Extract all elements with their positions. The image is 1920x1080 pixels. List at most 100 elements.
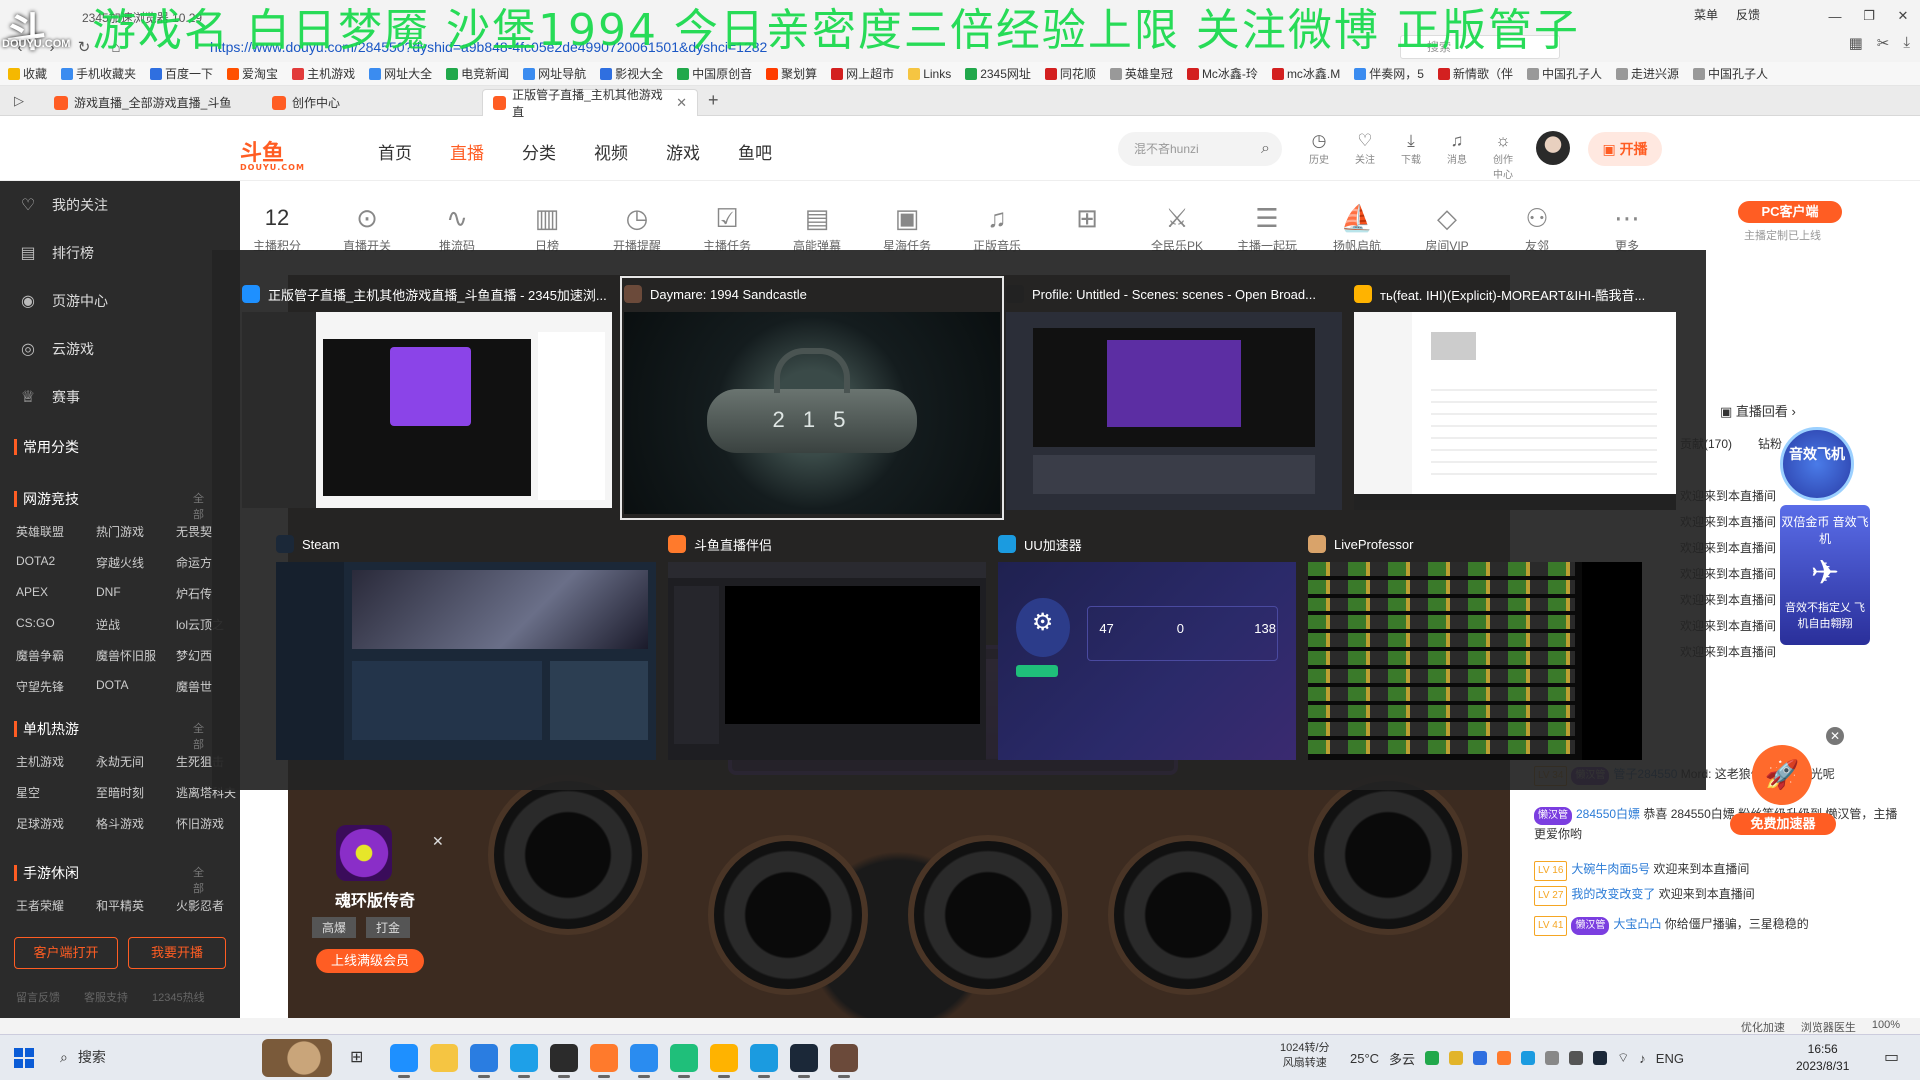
input-method[interactable]: ENG <box>1656 1051 1684 1066</box>
replay-link[interactable]: ▣ 直播回看 › <box>1720 401 1796 420</box>
bookmark-item[interactable]: 网上超市 <box>831 65 894 82</box>
optimize-accelerate[interactable]: 优化加速 <box>1741 1019 1785 1035</box>
bookmark-item[interactable]: Links <box>908 67 951 81</box>
search-icon[interactable]: ⌕ <box>1261 132 1270 166</box>
sidebar-category-single[interactable]: 至暗时刻 <box>96 784 176 801</box>
tab-game-live[interactable]: 游戏直播_全部游戏直播_斗鱼 <box>44 89 244 116</box>
switcher-window-companion[interactable]: 斗鱼直播伴侣 <box>668 530 986 762</box>
extensions-icon[interactable]: ▦ <box>1849 34 1863 52</box>
home-icon[interactable]: ⌂ <box>106 39 126 56</box>
go-live-button[interactable]: 我要开播 <box>128 937 226 969</box>
tab-list-icon[interactable]: ▷ <box>14 93 24 109</box>
tool-gift[interactable]: ⊞ <box>1050 203 1124 237</box>
taskbar-clock[interactable]: 16:56 2023/8/31 <box>1796 1041 1849 1075</box>
zoom-level[interactable]: 100% <box>1872 1019 1900 1035</box>
start-button[interactable] <box>14 1048 34 1068</box>
sidebar-category-online[interactable]: 守望先锋 <box>16 678 96 695</box>
sidebar-category-online[interactable]: 英雄联盟 <box>16 523 96 540</box>
sidebar-item-events[interactable]: ♕ 赛事 <box>0 373 240 421</box>
sidebar-item-ranking[interactable]: ▤ 排行榜 <box>0 229 240 277</box>
nav-game[interactable]: 游戏 <box>666 139 700 164</box>
sidebar-item-cloudgame[interactable]: ◎ 云游戏 <box>0 325 240 373</box>
feishu-icon[interactable] <box>630 1044 658 1078</box>
diamond-fans[interactable]: 钻粉 <box>1758 435 1782 452</box>
bookmark-item[interactable]: 中国原创音 <box>677 65 752 82</box>
creator-center-button[interactable]: ☼ 创作中心 <box>1489 131 1517 181</box>
volume-icon[interactable]: ♪ <box>1639 1051 1646 1066</box>
tool-music[interactable]: ♫ 正版音乐 <box>960 203 1034 254</box>
bookmark-item[interactable]: Mc冰鑫-玲 <box>1186 65 1258 82</box>
tab-close-icon[interactable]: ✕ <box>676 95 687 111</box>
bookmark-item[interactable]: 伴奏网，5 <box>1354 65 1424 82</box>
sidebar-category-mobile[interactable]: 火影忍者 <box>176 897 236 914</box>
taskbar-search[interactable]: ⌕ 搜索 <box>60 1047 106 1067</box>
sidebar-category-single[interactable]: 星空 <box>16 784 96 801</box>
close-icon[interactable]: ✕ <box>1886 8 1920 24</box>
download-icon[interactable]: ⤓ <box>1903 34 1910 52</box>
nav-fishbar[interactable]: 鱼吧 <box>738 139 772 164</box>
sidebar-category-single[interactable]: 格斗游戏 <box>96 815 176 832</box>
tool-wave[interactable]: ∿ 推流码 <box>420 203 494 254</box>
switcher-window-steam[interactable]: Steam <box>276 530 656 762</box>
switcher-window-uu[interactable]: UU加速器 ⚙ 47 0 138 <box>998 530 1296 762</box>
tray-app-icon[interactable] <box>1497 1051 1512 1065</box>
bookmark-item[interactable]: mc冰鑫.M <box>1271 65 1340 82</box>
new-tab-icon[interactable]: + <box>708 90 719 111</box>
chat-username[interactable]: 大宝凸凸 <box>1613 917 1661 931</box>
tools-icon[interactable]: ✂ <box>1877 34 1890 52</box>
message-button[interactable]: ♫ 消息 <box>1443 131 1471 181</box>
sidebar-category-single[interactable]: 主机游戏 <box>16 753 96 770</box>
start-broadcast-button[interactable]: ▣ 开播 <box>1588 132 1662 166</box>
sidebar-category-online[interactable]: DOTA2 <box>16 554 96 571</box>
tool-toggle[interactable]: ⊙ 直播开关 <box>330 203 404 254</box>
bookmark-item[interactable]: 聚划算 <box>766 65 817 82</box>
bookmark-item[interactable]: 中国孔子人 <box>1693 65 1768 82</box>
liveprofessor-icon[interactable] <box>670 1044 698 1078</box>
nav-video[interactable]: 视频 <box>594 139 628 164</box>
switcher-window-obs[interactable]: Profile: Untitled - Scenes: scenes - Ope… <box>1006 280 1342 512</box>
feedback-link[interactable]: 反馈 <box>1736 6 1760 23</box>
bookmark-item[interactable]: 爱淘宝 <box>227 65 278 82</box>
sidebar-category-single[interactable]: 足球游戏 <box>16 815 96 832</box>
rocket-icon[interactable]: 🚀 <box>1752 745 1812 805</box>
wifi-icon[interactable]: ⌔ <box>1617 1050 1629 1066</box>
tool-ad[interactable]: ▣ 星海任务 <box>870 203 944 254</box>
sidebar-category-online[interactable]: 魔兽怀旧服 <box>96 647 176 664</box>
nav-live[interactable]: 直播 <box>450 139 484 164</box>
close-icon[interactable]: ✕ <box>432 833 444 850</box>
sidebar-category-single[interactable]: 永劫无间 <box>96 753 176 770</box>
bookmark-item[interactable]: 走进兴源 <box>1615 65 1679 82</box>
steam-tray-icon[interactable] <box>1593 1051 1608 1065</box>
sidebar-category-mobile[interactable]: 王者荣耀 <box>16 897 96 914</box>
bookmark-item[interactable]: 新情歌（伴 <box>1437 65 1513 82</box>
bookmark-item[interactable]: 百度一下 <box>150 65 213 82</box>
chat-username[interactable]: 284550白嫖 <box>1576 807 1640 821</box>
tool-vip[interactable]: ◇ 房间VIP <box>1410 203 1484 254</box>
switcher-window-kuwo[interactable]: ть(feat. IHI)(Explicit)-MOREART&IHI-酷我音.… <box>1354 280 1676 512</box>
sidebar-category-online[interactable]: APEX <box>16 585 96 602</box>
maximize-icon[interactable]: ❐ <box>1852 8 1886 24</box>
tool-more[interactable]: ⋯ 更多 <box>1590 203 1664 254</box>
tool-points[interactable]: 12 主播积分 <box>240 203 314 254</box>
sidebar-category-online[interactable]: CS:GO <box>16 616 96 633</box>
bookmark-item[interactable]: 电竞新闻 <box>446 65 509 82</box>
nav-home[interactable]: 首页 <box>378 139 412 164</box>
task-view-icon[interactable]: ⊞ <box>350 1047 363 1067</box>
tool-pk[interactable]: ⚔ 全民乐PK <box>1140 203 1214 254</box>
tray-app-icon[interactable] <box>1521 1051 1536 1065</box>
sidebar-category-online[interactable]: DOTA <box>96 678 176 695</box>
tray-app-icon[interactable] <box>1473 1051 1488 1065</box>
tab-current-stream[interactable]: 正版管子直播_主机其他游戏直 ✕ <box>482 88 698 119</box>
download-button[interactable]: ⤓ 下载 <box>1397 131 1425 181</box>
tray-app-icon[interactable] <box>1569 1051 1584 1065</box>
close-icon[interactable]: ✕ <box>1826 727 1844 745</box>
bookmark-item[interactable]: 网址导航 <box>523 65 586 82</box>
bookmark-item[interactable]: 收藏 <box>8 65 47 82</box>
tool-list[interactable]: ☰ 主播一起玩 <box>1230 203 1304 254</box>
tab-creator-center[interactable]: 创作中心 <box>262 89 462 116</box>
bookmark-item[interactable]: 影视大全 <box>600 65 663 82</box>
sidebar-item-webgames[interactable]: ◉ 页游中心 <box>0 277 240 325</box>
tool-clock[interactable]: ◷ 开播提醒 <box>600 203 674 254</box>
bookmark-item[interactable]: 同花顺 <box>1044 65 1096 82</box>
game-ad[interactable]: ✕ 魂环版传奇 高爆 打金 上线满级会员 <box>300 825 450 1005</box>
